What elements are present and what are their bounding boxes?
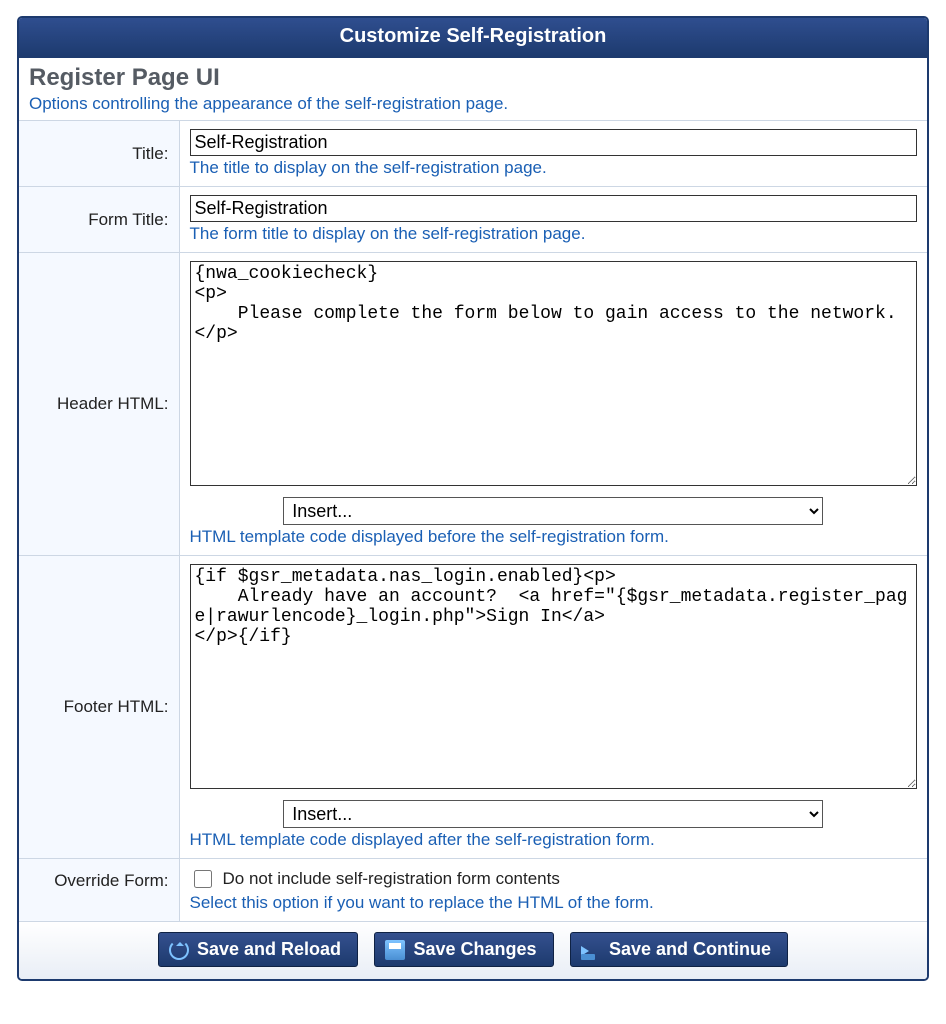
save-changes-label: Save Changes (413, 939, 536, 960)
save-and-continue-button[interactable]: Save and Continue (570, 932, 788, 967)
label-footer-html: Footer HTML: (19, 556, 179, 859)
label-header-html: Header HTML: (19, 253, 179, 556)
customize-self-registration-panel: Customize Self-Registration Register Pag… (17, 16, 929, 981)
section-subtitle: Options controlling the appearance of th… (29, 94, 917, 114)
section-title: Register Page UI (29, 64, 917, 92)
header-insert-select[interactable]: Insert... (283, 497, 823, 525)
header-html-textarea[interactable] (190, 261, 918, 486)
override-form-label-wrap[interactable]: Do not include self-registration form co… (190, 867, 918, 891)
reload-icon (169, 940, 189, 960)
footer-html-textarea[interactable] (190, 564, 918, 789)
help-header-html: HTML template code displayed before the … (190, 527, 918, 547)
form-table: Title: The title to display on the self-… (19, 121, 927, 921)
help-override-form: Select this option if you want to replac… (190, 893, 918, 913)
override-form-checkbox-label: Do not include self-registration form co… (223, 869, 560, 889)
help-footer-html: HTML template code displayed after the s… (190, 830, 918, 850)
title-input[interactable] (190, 129, 918, 156)
row-footer-html: Footer HTML: Insert... HTML template cod… (19, 556, 927, 859)
panel-title: Customize Self-Registration (19, 18, 927, 58)
row-form-title: Form Title: The form title to display on… (19, 187, 927, 253)
override-form-checkbox[interactable] (194, 870, 212, 888)
save-icon (385, 940, 405, 960)
label-title: Title: (19, 121, 179, 187)
button-row: Save and Reload Save Changes Save and Co… (19, 921, 927, 979)
row-title: Title: The title to display on the self-… (19, 121, 927, 187)
save-and-reload-button[interactable]: Save and Reload (158, 932, 358, 967)
form-title-input[interactable] (190, 195, 918, 222)
help-form-title: The form title to display on the self-re… (190, 224, 918, 244)
help-title: The title to display on the self-registr… (190, 158, 918, 178)
save-changes-button[interactable]: Save Changes (374, 932, 553, 967)
section-header: Register Page UI Options controlling the… (19, 58, 927, 121)
save-and-reload-label: Save and Reload (197, 939, 341, 960)
label-form-title: Form Title: (19, 187, 179, 253)
label-override-form: Override Form: (19, 859, 179, 922)
row-override-form: Override Form: Do not include self-regis… (19, 859, 927, 922)
row-header-html: Header HTML: Insert... HTML template cod… (19, 253, 927, 556)
footer-insert-select[interactable]: Insert... (283, 800, 823, 828)
continue-icon (581, 940, 601, 960)
save-and-continue-label: Save and Continue (609, 939, 771, 960)
